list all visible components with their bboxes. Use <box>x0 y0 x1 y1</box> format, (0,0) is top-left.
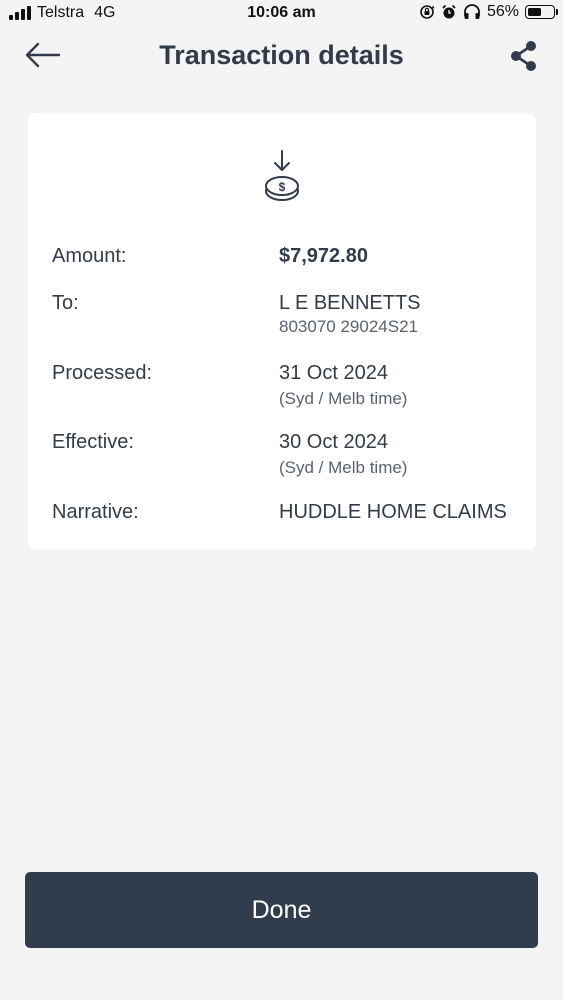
header: Transaction details <box>0 30 563 80</box>
battery-icon <box>525 5 558 19</box>
headphones-icon <box>464 4 480 19</box>
done-button-label: Done <box>251 895 312 924</box>
narrative-label: Narrative: <box>52 501 139 523</box>
to-value: L E BENNETTS <box>279 292 421 314</box>
effective-value: 30 Oct 2024 <box>279 431 388 453</box>
to-account-number: 803070 29024S21 <box>279 317 418 336</box>
coin-download-icon: $ <box>265 150 299 201</box>
battery-percent: 56% <box>486 3 519 20</box>
battery-fill <box>528 8 541 16</box>
narrative-value: HUDDLE HOME CLAIMS <box>279 501 507 523</box>
to-label: To: <box>52 292 79 314</box>
processed-label: Processed: <box>52 362 153 384</box>
transaction-card: $ Amount: $7,972.80 To: L E BENNETTS 803… <box>28 113 536 550</box>
effective-timezone: (Syd / Melb time) <box>279 458 408 477</box>
status-right: 56% <box>419 3 558 21</box>
processed-timezone: (Syd / Melb time) <box>279 389 408 408</box>
transaction-details-screen: Telstra 4G 10:06 am 56% Transaction deta… <box>0 0 563 1000</box>
done-button[interactable]: Done <box>25 872 538 948</box>
svg-text:$: $ <box>279 180 286 194</box>
page-title: Transaction details <box>159 40 404 70</box>
share-icon[interactable] <box>509 40 539 72</box>
screen-rotation-lock-icon <box>420 5 435 19</box>
processed-value: 31 Oct 2024 <box>279 362 388 384</box>
amount-label: Amount: <box>52 245 127 267</box>
amount-value: $7,972.80 <box>279 245 368 267</box>
effective-label: Effective: <box>52 431 134 453</box>
status-bar: Telstra 4G 10:06 am 56% <box>0 0 563 28</box>
alarm-icon <box>442 4 456 19</box>
